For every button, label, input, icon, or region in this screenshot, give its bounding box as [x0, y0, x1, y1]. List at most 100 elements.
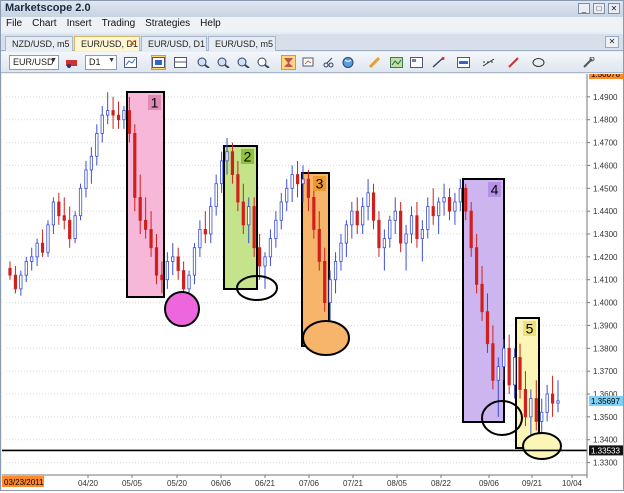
y-tick-label: 1.3900	[593, 321, 618, 330]
candle-body	[377, 219, 381, 249]
indicator-icon[interactable]	[123, 55, 138, 70]
candle-body	[100, 114, 104, 134]
pen-icon[interactable]	[506, 55, 521, 70]
candle-body	[317, 229, 321, 262]
menu-file[interactable]: File	[1, 17, 27, 29]
tab-label: EUR/USD, D1	[148, 39, 206, 49]
y-tick-label: 1.4400	[593, 207, 618, 216]
menu-trading[interactable]: Trading	[97, 17, 141, 29]
properties-icon[interactable]	[301, 55, 316, 70]
x-tick-label: 09/21	[522, 479, 543, 488]
tab-close-icon[interactable]: ✕	[128, 38, 136, 49]
crosshair-icon[interactable]	[281, 55, 296, 70]
menu-strategies[interactable]: Strategies	[140, 17, 195, 29]
candle-body	[366, 192, 370, 207]
app-window: Marketscope 2.0 _ □ ✕ File Chart Insert Tra…	[0, 0, 624, 491]
candle-body	[73, 215, 77, 239]
candle-body	[182, 270, 186, 290]
candle-body	[295, 174, 300, 185]
candle-body	[350, 210, 354, 226]
x-tick-label: 03/23/2011	[4, 478, 44, 487]
candle-body	[420, 229, 424, 239]
zoom-icon[interactable]	[256, 55, 271, 70]
instrument-select[interactable]: EUR/USD ▼	[9, 55, 59, 70]
candle-body	[160, 274, 164, 281]
menu-chart[interactable]: Chart	[27, 17, 61, 29]
chart-type-icon[interactable]	[151, 55, 166, 70]
candle-body	[230, 151, 235, 175]
candle-body	[144, 219, 148, 230]
line-style-icon[interactable]	[481, 55, 496, 70]
maximize-button[interactable]: □	[593, 3, 605, 14]
x-tick-label: 05/20	[167, 479, 188, 488]
candle-body	[257, 247, 262, 267]
zoom-out-icon[interactable]	[216, 55, 231, 70]
candle-body	[306, 178, 311, 198]
candle-body	[89, 155, 93, 171]
candle-body	[116, 114, 121, 121]
tab-eurusd-d1-active[interactable]: EUR/USD, D1 ✕	[74, 36, 140, 51]
x-tick-label: 07/06	[299, 479, 320, 488]
tab-eurusd-m5[interactable]: EUR/USD, m5	[208, 36, 276, 51]
tab-eurusd-d1[interactable]: EUR/USD, D1	[141, 36, 207, 51]
menu-insert[interactable]: Insert	[62, 17, 97, 29]
candle-body	[312, 197, 316, 230]
zoom-fit-icon[interactable]	[236, 55, 251, 70]
template-icon[interactable]	[409, 55, 424, 70]
candle-body	[323, 261, 327, 303]
y-tick-label: 1.3300	[593, 459, 618, 468]
candle-body	[24, 261, 28, 276]
y-tick-label: 1.3700	[593, 367, 618, 376]
zoom-in-icon[interactable]	[196, 55, 211, 70]
y-tick-label: 1.4700	[593, 139, 618, 148]
candle-body	[290, 174, 294, 189]
candle-body	[399, 210, 403, 244]
tab-nzdusd-m5[interactable]: NZD/USD, m5	[5, 36, 73, 51]
settings-icon[interactable]	[581, 55, 596, 70]
candle-body	[339, 242, 343, 262]
globe-icon[interactable]	[341, 55, 356, 70]
layout-icon[interactable]	[173, 55, 188, 70]
candle-body	[198, 229, 202, 249]
candle-body	[263, 256, 267, 267]
close-tabs-button[interactable]: ✕	[605, 36, 619, 48]
candle-body	[512, 357, 517, 386]
candle-body	[78, 187, 83, 217]
cut-icon[interactable]	[321, 55, 336, 70]
candle-body	[415, 215, 419, 239]
drawing-icon[interactable]	[431, 55, 446, 70]
candle-body	[523, 389, 528, 418]
y-tick-label: 1.4200	[593, 253, 618, 262]
ellipse-icon[interactable]	[531, 55, 546, 70]
color-icon[interactable]	[456, 55, 471, 70]
candle-body	[442, 197, 446, 203]
candle-body	[84, 169, 88, 189]
minimize-button[interactable]: _	[578, 3, 590, 14]
candle-body	[149, 229, 153, 249]
chevron-down-icon: ▼	[108, 57, 115, 64]
menu-bar: File Chart Insert Trading Strategies Help	[1, 17, 623, 32]
tab-label: NZD/USD, m5	[12, 39, 70, 49]
save-image-icon[interactable]	[389, 55, 404, 70]
candle-body	[133, 133, 137, 198]
close-button[interactable]: ✕	[608, 3, 620, 14]
candle-body	[371, 192, 376, 221]
candle-body	[355, 210, 359, 226]
chart-area[interactable]: 1 2 3 4 5 1.4900 1.4800 1.4700 1.4600 1.4500 1.440…	[2, 70, 623, 490]
candle-body	[279, 201, 283, 221]
candle-body	[393, 210, 397, 221]
candle-body	[491, 343, 495, 381]
bar-style-icon[interactable]	[64, 55, 79, 70]
menu-help[interactable]: Help	[195, 17, 226, 29]
candle-body	[35, 242, 39, 258]
y-tick-label: 1.4800	[593, 116, 618, 125]
candle-body	[62, 215, 66, 221]
candle-body	[274, 219, 278, 239]
candle-body	[301, 178, 305, 185]
price-chart[interactable]: 1 2 3 4 5 1.4900 1.4800 1.4700 1.4600 1.4500 1.440…	[2, 70, 623, 490]
timeframe-select[interactable]: D1 ▼	[85, 55, 117, 70]
zone-box-1	[126, 91, 165, 298]
pencil-icon[interactable]	[367, 55, 382, 70]
candle-body	[247, 206, 251, 226]
zone-circle	[164, 291, 200, 327]
